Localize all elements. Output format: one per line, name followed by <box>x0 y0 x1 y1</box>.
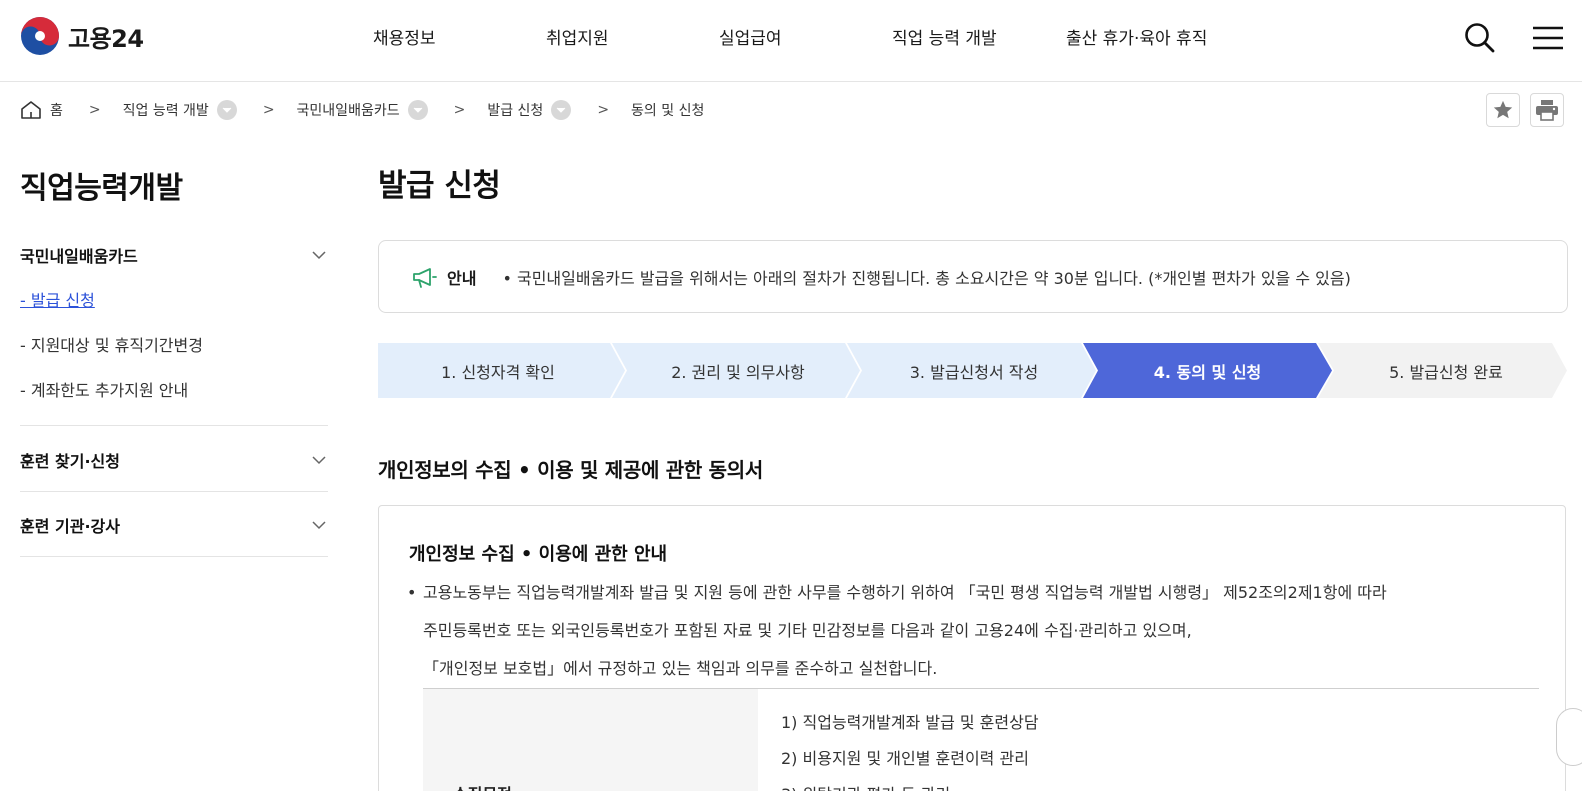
star-icon <box>1493 100 1513 119</box>
breadcrumb-label: 동의 및 신청 <box>631 103 705 119</box>
consent-table: 수집목적 1) 직업능력개발계좌 발급 및 훈련상담 2) 비용지원 및 개인별… <box>423 688 1539 791</box>
breadcrumb-item-current: 동의 및 신청 <box>631 100 704 120</box>
sidebar-title: 직업능력개발 <box>20 171 183 206</box>
table-row: 3) 위탁기관 평가 등 관리 <box>781 777 1039 791</box>
consent-line: 주민등록번호 또는 외국인등록번호가 포함된 자료 및 기타 민감정보를 다음과… <box>423 621 1192 640</box>
printer-icon <box>1536 100 1558 121</box>
scroll-top-button[interactable] <box>1556 708 1582 766</box>
chevron-up-icon <box>312 250 326 259</box>
step-2: 2. 권리 및 의무사항 <box>671 362 805 382</box>
step-3: 3. 발급신청서 작성 <box>909 362 1039 382</box>
table-header-label: 수집목적 <box>453 781 512 791</box>
chevron-down-icon <box>312 520 326 529</box>
breadcrumb-item-training[interactable]: 직업 능력 개발 <box>123 100 237 120</box>
chevron-right-icon: > <box>262 102 275 118</box>
breadcrumb: 홈 > 직업 능력 개발 > 국민내일배움카드 > 발급 신청 > 동의 및 신… <box>20 98 704 122</box>
site-header: 고용24 채용정보 취업지원 실업급여 직업 능력 개발 출산 휴가·육아 휴직 <box>0 0 1582 82</box>
consent-line: 고용노동부는 직업능력개발계좌 발급 및 지원 등에 관한 사무를 수행하기 위… <box>423 583 1387 602</box>
sidebar-group-header[interactable]: 국민내일배움카드 <box>20 243 328 267</box>
consent-box: 개인정보 수집 • 이용에 관한 안내 • 고용노동부는 직업능력개발계좌 발급… <box>378 505 1566 791</box>
chevron-right-icon: > <box>453 102 466 118</box>
nav-item-jobs[interactable]: 채용정보 <box>373 24 436 49</box>
chevron-down-icon[interactable] <box>216 100 237 120</box>
sidebar-group-label: 훈련 기관·강사 <box>20 517 120 536</box>
table-row: 1) 직업능력개발계좌 발급 및 훈련상담 <box>781 713 1039 732</box>
consent-line: 「개인정보 보호법」에서 규정하고 있는 책임과 의무를 준수하고 실천합니다. <box>423 659 938 678</box>
chevron-down-icon[interactable] <box>551 100 572 120</box>
page-title: 발급 신청 <box>378 168 501 204</box>
sidebar-group-institutions: 훈련 기관·강사 <box>20 513 328 537</box>
sidebar-group-label: 훈련 찾기·신청 <box>20 452 120 471</box>
breadcrumb-label: 발급 신청 <box>487 103 544 119</box>
hamburger-menu-icon[interactable] <box>1530 20 1566 56</box>
sidebar-divider <box>20 425 328 426</box>
step-4-active: 4. 동의 및 신청 <box>1153 362 1262 382</box>
breadcrumb-home-label: 홈 <box>50 103 63 119</box>
logo-text: 고용24 <box>68 24 144 53</box>
chevron-right-icon: > <box>597 102 610 118</box>
nav-item-employment-support[interactable]: 취업지원 <box>546 24 609 49</box>
megaphone-icon <box>413 267 437 288</box>
chevron-right-icon: > <box>88 102 101 118</box>
step-indicator: 1. 신청자격 확인 2. 권리 및 의무사항 3. 발급신청서 작성 4. 동… <box>378 343 1568 398</box>
table-body-cell: 1) 직업능력개발계좌 발급 및 훈련상담 2) 비용지원 및 개인별 훈련이력… <box>781 705 1039 791</box>
notice-text: • 국민내일배움카드 발급을 위해서는 아래의 절차가 진행됩니다. 총 소요시… <box>502 268 1351 288</box>
table-row: 2) 비용지원 및 개인별 훈련이력 관리 <box>781 749 1029 768</box>
sidebar-group-find-training: 훈련 찾기·신청 <box>20 448 328 472</box>
table-header-cell: 수집목적 <box>423 689 758 791</box>
notice-label: 안내 <box>447 268 477 288</box>
sidebar-group-label: 국민내일배움카드 <box>20 247 138 266</box>
bullet-marker: • <box>407 583 417 602</box>
notice-box: 안내 • 국민내일배움카드 발급을 위해서는 아래의 절차가 진행됩니다. 총 … <box>378 240 1568 313</box>
step-1: 1. 신청자격 확인 <box>441 362 555 382</box>
sidebar-item-eligibility-change[interactable]: - 지원대상 및 휴직기간변경 <box>20 332 203 356</box>
nav-item-unemployment-benefit[interactable]: 실업급여 <box>719 24 782 49</box>
sidebar-group-header[interactable]: 훈련 찾기·신청 <box>20 448 328 472</box>
breadcrumb-item-card[interactable]: 국민내일배움카드 <box>297 100 428 120</box>
breadcrumb-label: 직업 능력 개발 <box>122 103 209 119</box>
section-title: 개인정보의 수집 • 이용 및 제공에 관한 동의서 <box>378 458 763 482</box>
site-logo[interactable]: 고용24 <box>20 16 144 56</box>
consent-paragraph: • 고용노동부는 직업능력개발계좌 발급 및 지원 등에 관한 사무를 수행하기… <box>407 574 1529 688</box>
search-icon[interactable] <box>1462 20 1498 56</box>
chevron-down-icon[interactable] <box>407 100 428 120</box>
sidebar-divider <box>20 491 328 492</box>
breadcrumb-item-apply[interactable]: 발급 신청 <box>487 100 572 120</box>
sidebar-group-header[interactable]: 훈련 기관·강사 <box>20 513 328 537</box>
home-icon <box>21 101 41 119</box>
breadcrumb-label: 국민내일배움카드 <box>296 103 400 119</box>
favorite-button[interactable] <box>1486 93 1520 127</box>
sidebar-group-card: 국민내일배움카드 <box>20 243 328 267</box>
chevron-down-icon <box>312 455 326 464</box>
sidebar-item-limit-support[interactable]: - 계좌한도 추가지원 안내 <box>20 377 188 401</box>
breadcrumb-home[interactable]: 홈 <box>20 100 63 120</box>
consent-subtitle: 개인정보 수집 • 이용에 관한 안내 <box>409 544 668 565</box>
step-5: 5. 발급신청 완료 <box>1389 362 1503 382</box>
sidebar-divider <box>20 556 328 557</box>
nav-item-maternity-leave[interactable]: 출산 휴가·육아 휴직 <box>1066 24 1207 49</box>
sidebar-item-apply[interactable]: - 발급 신청 <box>20 287 95 311</box>
print-button[interactable] <box>1530 93 1564 127</box>
taegeuk-logo-icon <box>21 17 59 55</box>
nav-item-vocational-training[interactable]: 직업 능력 개발 <box>892 24 997 49</box>
